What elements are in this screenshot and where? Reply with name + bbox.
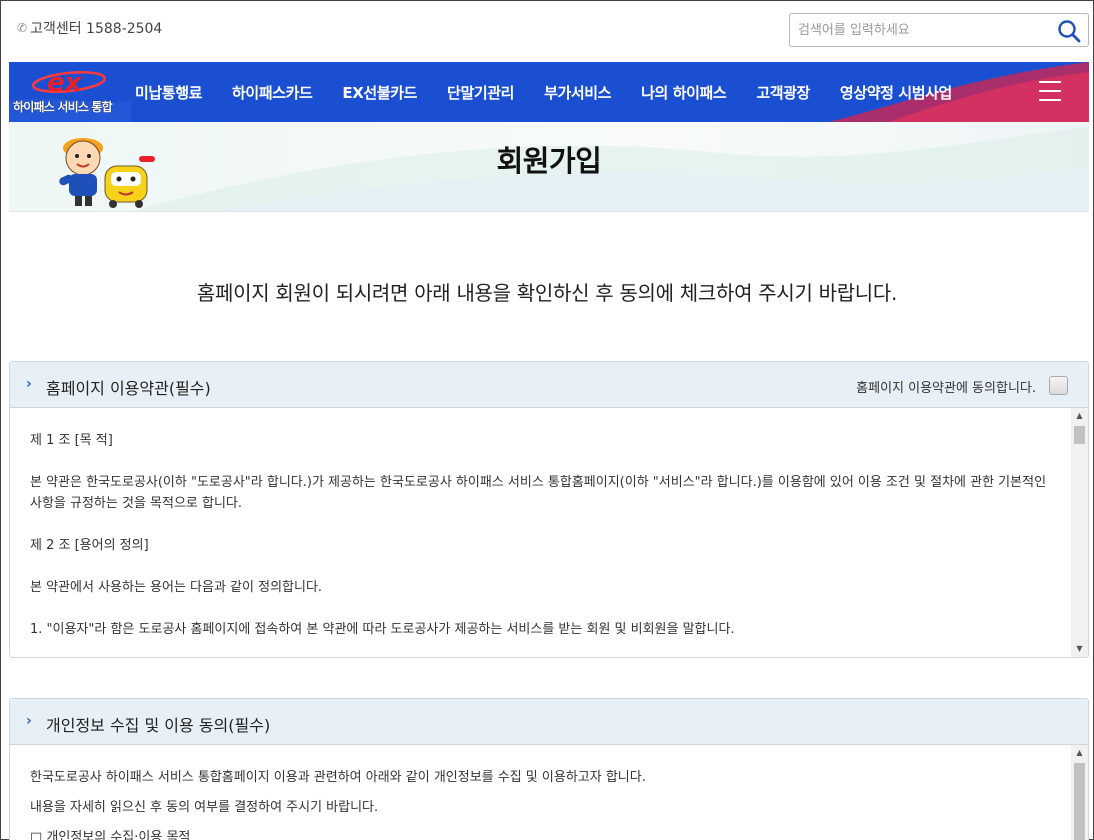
nav-item-ex-prepaid-card[interactable]: EX선불카드 — [342, 82, 417, 103]
terms-paragraph: 제 1 조 [목 적] — [30, 433, 113, 448]
privacy-panel-title: 개인정보 수집 및 이용 동의(필수) — [46, 716, 271, 735]
privacy-paragraph: 한국도로공사 하이패스 서비스 통합홈페이지 이용과 관련하여 아래와 같이 개… — [30, 770, 646, 785]
terms-content: 제 1 조 [목 적] 본 약관은 한국도로공사(이하 "도로공사"라 합니다.… — [10, 408, 1072, 657]
privacy-scrollbar[interactable]: ▲ — [1071, 745, 1088, 840]
page-banner: 회원가입 — [9, 122, 1089, 212]
scrollbar-thumb[interactable] — [1074, 763, 1085, 840]
nav-item-terminal-management[interactable]: 단말기관리 — [447, 82, 514, 103]
menu-hamburger-icon[interactable] — [1039, 81, 1061, 101]
main-navigation: ex 하이패스 서비스 통합 미납통행료 하이패스카드 EX선불카드 단말기관리… — [9, 62, 1089, 122]
scroll-up-arrow-icon[interactable]: ▲ — [1071, 408, 1088, 424]
privacy-panel-header: › 개인정보 수집 및 이용 동의(필수) — [10, 699, 1088, 745]
terms-panel-header: › 홈페이지 이용약관(필수) 홈페이지 이용약관에 동의합니다. — [10, 362, 1088, 408]
nav-item-my-hipass[interactable]: 나의 하이패스 — [641, 82, 727, 103]
nav-item-additional-services[interactable]: 부가서비스 — [544, 82, 611, 103]
customer-center-text: 고객센터 1588-2504 — [30, 21, 163, 37]
terms-panel: › 홈페이지 이용약관(필수) 홈페이지 이용약관에 동의합니다. 제 1 조 … — [9, 361, 1089, 658]
page-title: 회원가입 — [496, 144, 602, 178]
terms-paragraph: 1. "이용자"라 함은 도로공사 홈페이지에 접속하여 본 약관에 따라 도로… — [30, 622, 735, 637]
chevron-right-icon: › — [26, 713, 32, 729]
top-bar: ✆ 고객센터 1588-2504 — [1, 1, 1093, 61]
terms-paragraph: 제 2 조 [용어의 정의] — [30, 538, 149, 553]
search-button[interactable] — [1056, 18, 1082, 44]
terms-paragraph: 본 약관은 한국도로공사(이하 "도로공사"라 합니다.)가 제공하는 한국도로… — [30, 475, 1047, 511]
privacy-paragraph: □ 개인정보의 수집·이용 목적 — [30, 830, 191, 840]
nav-item-video-pilot[interactable]: 영상약정 시범사업 — [840, 82, 952, 103]
terms-paragraph: 본 약관에서 사용하는 용어는 다음과 같이 정의합니다. — [30, 580, 323, 595]
logo-text: 하이패스 서비스 통합 — [13, 100, 113, 114]
nav-item-unpaid-toll[interactable]: 미납통행료 — [135, 82, 202, 103]
signup-notice: 홈페이지 회원이 되시려면 아래 내용을 확인하신 후 동의에 체크하여 주시기… — [196, 281, 898, 305]
terms-agree-label[interactable]: 홈페이지 이용약관에 동의합니다. — [856, 377, 1036, 396]
nav-item-customer-plaza[interactable]: 고객광장 — [756, 82, 810, 103]
scroll-up-arrow-icon[interactable]: ▲ — [1071, 745, 1088, 761]
privacy-panel: › 개인정보 수집 및 이용 동의(필수) 한국도로공사 하이패스 서비스 통합… — [9, 698, 1089, 840]
search-input[interactable] — [798, 20, 1048, 40]
search-icon — [1058, 20, 1081, 43]
privacy-content: 한국도로공사 하이패스 서비스 통합홈페이지 이용과 관련하여 아래와 같이 개… — [10, 745, 1072, 840]
chevron-right-icon: › — [26, 376, 32, 392]
terms-panel-title: 홈페이지 이용약관(필수) — [46, 379, 211, 398]
scrollbar-thumb[interactable] — [1074, 426, 1085, 444]
terms-agree-checkbox[interactable] — [1049, 376, 1068, 395]
svg-text:ex: ex — [47, 68, 83, 98]
privacy-paragraph: 내용을 자세히 읽으신 후 동의 여부를 결정하여 주시기 바랍니다. — [30, 800, 379, 815]
nav-menu: 미납통행료 하이패스카드 EX선불카드 단말기관리 부가서비스 나의 하이패스 … — [135, 62, 982, 122]
phone-icon: ✆ — [17, 21, 28, 35]
scroll-down-arrow-icon[interactable]: ▼ — [1071, 641, 1088, 657]
terms-scrollbar[interactable]: ▲ ▼ — [1071, 408, 1088, 657]
search-box — [789, 13, 1089, 47]
nav-item-hipass-card[interactable]: 하이패스카드 — [232, 82, 313, 103]
ex-logo-icon: ex — [31, 68, 107, 98]
customer-center: ✆ 고객센터 1588-2504 — [17, 18, 162, 38]
site-logo[interactable]: ex 하이패스 서비스 통합 — [9, 62, 131, 122]
